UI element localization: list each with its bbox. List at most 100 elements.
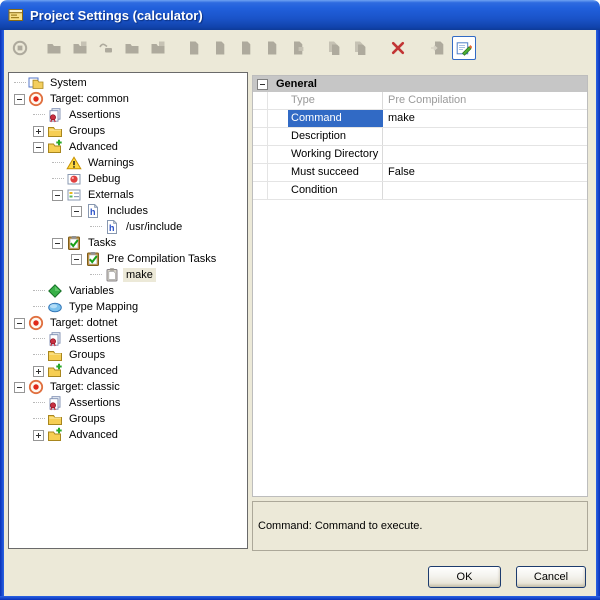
tree-item-variables[interactable]: Variables <box>9 283 247 299</box>
document-icon <box>264 40 280 56</box>
property-value[interactable]: False <box>383 164 587 181</box>
property-row-condition[interactable]: Condition <box>253 182 587 200</box>
warning-icon <box>66 155 82 171</box>
property-name[interactable]: Type <box>288 92 383 109</box>
toolbar <box>4 30 596 66</box>
category-collapse-toggle[interactable] <box>257 79 268 90</box>
delete-button[interactable] <box>386 36 410 60</box>
document-button-2 <box>208 36 232 60</box>
tree-item-label: Externals <box>85 188 137 202</box>
copy-button <box>322 36 346 60</box>
collapse-toggle[interactable] <box>14 318 25 329</box>
tree-item-label: Advanced <box>66 140 121 154</box>
row-indent <box>268 164 288 181</box>
cancel-button[interactable]: Cancel <box>516 566 586 588</box>
expand-toggle[interactable] <box>33 430 44 441</box>
folder-plus-icon <box>47 363 63 379</box>
tree-item-label: Includes <box>104 204 151 218</box>
property-value[interactable] <box>383 128 587 145</box>
tree-item-target-common[interactable]: Target: common <box>9 91 247 107</box>
document-button-1 <box>182 36 206 60</box>
record-circle-icon <box>12 40 28 56</box>
tree-item-label: Tasks <box>85 236 119 250</box>
expand-toggle[interactable] <box>33 366 44 377</box>
row-gutter <box>253 146 268 163</box>
expand-toggle[interactable] <box>33 126 44 137</box>
assertions-icon <box>47 395 63 411</box>
property-value[interactable] <box>383 182 587 199</box>
row-gutter <box>253 128 268 145</box>
tree-item-externals[interactable]: Externals <box>9 187 247 203</box>
tree-item-groups-dotnet[interactable]: Groups <box>9 347 247 363</box>
assertions-icon <box>47 331 63 347</box>
property-row-type[interactable]: Type Pre Compilation <box>253 92 587 110</box>
titlebar[interactable]: Project Settings (calculator) <box>0 0 600 30</box>
tree-item-advanced-classic[interactable]: Advanced <box>9 427 247 443</box>
tree-connector <box>33 306 45 308</box>
collapse-toggle[interactable] <box>14 94 25 105</box>
ok-button[interactable]: OK <box>428 566 501 588</box>
property-value[interactable] <box>383 146 587 163</box>
property-row-must-succeed[interactable]: Must succeed False <box>253 164 587 182</box>
folder-icon <box>46 40 62 56</box>
tree-connector <box>52 162 64 164</box>
tree-item-pre-compilation-tasks[interactable]: Pre Compilation Tasks <box>9 251 247 267</box>
tree-item-assertions-common[interactable]: Assertions <box>9 107 247 123</box>
tree-item-label: Assertions <box>66 332 123 346</box>
tree-item-usr-include[interactable]: /usr/include <box>9 219 247 235</box>
import-button <box>426 36 450 60</box>
property-row-description[interactable]: Description <box>253 128 587 146</box>
property-value[interactable]: make <box>383 110 587 127</box>
tree-item-target-dotnet[interactable]: Target: dotnet <box>9 315 247 331</box>
variable-icon <box>47 283 63 299</box>
tree-connector <box>52 178 64 180</box>
rename-icon <box>98 40 114 56</box>
property-name-selected[interactable]: Command <box>288 110 383 127</box>
row-indent <box>268 182 288 199</box>
collapse-toggle[interactable] <box>71 254 82 265</box>
folder-icon <box>47 123 63 139</box>
collapse-toggle[interactable] <box>14 382 25 393</box>
tree-item-warnings[interactable]: Warnings <box>9 155 247 171</box>
tree-connector <box>33 338 45 340</box>
tree-item-advanced-common[interactable]: Advanced <box>9 139 247 155</box>
collapse-toggle[interactable] <box>33 142 44 153</box>
collapse-toggle[interactable] <box>52 238 63 249</box>
tree-item-debug[interactable]: Debug <box>9 171 247 187</box>
copy-icon <box>326 40 342 56</box>
collapse-toggle[interactable] <box>71 206 82 217</box>
tree-item-target-classic[interactable]: Target: classic <box>9 379 247 395</box>
tree-item-groups-classic[interactable]: Groups <box>9 411 247 427</box>
system-icon <box>28 75 44 91</box>
collapse-toggle[interactable] <box>52 190 63 201</box>
tree-item-groups-common[interactable]: Groups <box>9 123 247 139</box>
tree-item-tasks[interactable]: Tasks <box>9 235 247 251</box>
property-name[interactable]: Description <box>288 128 383 145</box>
tree-item-type-mapping[interactable]: Type Mapping <box>9 299 247 315</box>
property-value[interactable]: Pre Compilation <box>383 92 587 109</box>
target-icon <box>28 91 44 107</box>
tree-item-label: Advanced <box>66 364 121 378</box>
record-circle-button <box>8 36 32 60</box>
window-border-bottom <box>0 596 600 600</box>
folder-button <box>42 36 66 60</box>
edit-button[interactable] <box>452 36 476 60</box>
property-name[interactable]: Condition <box>288 182 383 199</box>
paste-icon <box>352 40 368 56</box>
tree-item-advanced-dotnet[interactable]: Advanced <box>9 363 247 379</box>
property-name[interactable]: Must succeed <box>288 164 383 181</box>
tree-connector <box>33 402 45 404</box>
property-row-command[interactable]: Command make <box>253 110 587 128</box>
type-mapping-icon <box>47 299 63 315</box>
property-row-working-directory[interactable]: Working Directory <box>253 146 587 164</box>
tree-connector <box>33 354 45 356</box>
tree-item-includes[interactable]: Includes <box>9 203 247 219</box>
tree-item-make[interactable]: make <box>9 267 247 283</box>
tree-item-label: Variables <box>66 284 117 298</box>
tree-item-assertions-dotnet[interactable]: Assertions <box>9 331 247 347</box>
property-name[interactable]: Working Directory <box>288 146 383 163</box>
tree-item-label: Advanced <box>66 428 121 442</box>
tree-item-system[interactable]: System <box>9 75 247 91</box>
category-general[interactable]: General <box>253 76 587 92</box>
tree-item-assertions-classic[interactable]: Assertions <box>9 395 247 411</box>
